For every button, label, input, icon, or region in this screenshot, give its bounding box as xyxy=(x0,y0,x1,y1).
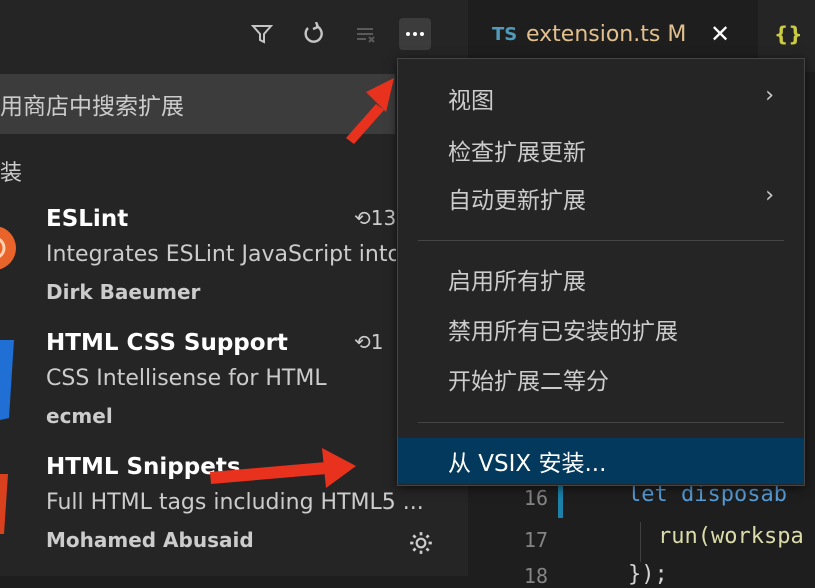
css-logo-icon xyxy=(0,340,16,420)
line-number: 18 xyxy=(523,564,548,588)
code-line: }); xyxy=(628,562,668,587)
history-icon: ⟲ xyxy=(354,206,371,230)
more-actions-icon[interactable] xyxy=(399,18,431,50)
line-number: 17 xyxy=(523,528,548,552)
chevron-right-icon: › xyxy=(765,183,774,208)
menu-item-install-from-vsix[interactable]: 从 VSIX 安装... xyxy=(398,438,804,484)
extension-description: Integrates ESLint JavaScript into xyxy=(46,242,396,267)
menu-item-label: 从 VSIX 安装... xyxy=(448,451,607,477)
extension-publisher: Mohamed Abusaid xyxy=(46,528,254,552)
menu-item-label: 禁用所有已安装的扩展 xyxy=(448,319,678,345)
search-input[interactable]: 用商店中搜索扩展 xyxy=(0,74,395,134)
extension-install-time: ⟲1 xyxy=(354,330,398,354)
menu-item-auto-update[interactable]: 自动更新扩展 › xyxy=(398,175,804,221)
html-logo-icon xyxy=(0,474,16,534)
menu-separator xyxy=(418,422,784,423)
chevron-right-icon: › xyxy=(765,83,774,108)
more-actions-menu: 视图 › 检查扩展更新 自动更新扩展 › 启用所有扩展 禁用所有已安装的扩展 开… xyxy=(397,58,805,486)
clear-icon[interactable] xyxy=(350,18,382,50)
line-number: 16 xyxy=(523,486,548,510)
menu-item-label: 启用所有扩展 xyxy=(448,269,586,295)
extension-time-value: 13 xyxy=(370,206,397,230)
code-line: run(workspa xyxy=(658,524,804,549)
extension-description: CSS Intellisense for HTML xyxy=(46,366,327,391)
gear-icon[interactable] xyxy=(408,530,434,560)
tab-filename: extension.ts M xyxy=(526,22,686,47)
menu-item-label: 视图 xyxy=(448,88,494,114)
git-change-marker xyxy=(558,486,563,518)
typescript-icon: TS xyxy=(492,24,518,45)
menu-item-enable-all[interactable]: 启用所有扩展 xyxy=(398,256,804,302)
filter-icon[interactable] xyxy=(246,18,278,50)
tab-modified-badge: M xyxy=(667,22,687,47)
menu-item-label: 自动更新扩展 xyxy=(448,188,586,214)
extension-name: HTML Snippets xyxy=(46,454,241,480)
menu-item-check-updates[interactable]: 检查扩展更新 xyxy=(398,127,804,173)
menu-separator xyxy=(418,240,784,241)
extension-name: HTML CSS Support xyxy=(46,330,288,356)
tab-filename-text: extension.ts xyxy=(526,22,661,47)
menu-item-label: 开始扩展二等分 xyxy=(448,369,609,395)
extension-publisher: Dirk Baeumer xyxy=(46,280,201,304)
menu-item-bisect[interactable]: 开始扩展二等分 xyxy=(398,356,804,402)
extension-description: Full HTML tags including HTML5 ... xyxy=(46,490,424,515)
extension-publisher: ecmel xyxy=(46,404,113,428)
eslint-logo-icon xyxy=(0,226,16,270)
extension-name: ESLint xyxy=(46,206,129,232)
refresh-icon[interactable] xyxy=(298,18,330,50)
extension-install-time: ⟲13 xyxy=(354,206,398,230)
extension-time-value: 1 xyxy=(370,330,384,354)
menu-item-disable-all[interactable]: 禁用所有已安装的扩展 xyxy=(398,306,804,352)
menu-item-view[interactable]: 视图 › xyxy=(398,75,804,121)
close-icon[interactable]: ✕ xyxy=(710,20,730,48)
menu-item-label: 检查扩展更新 xyxy=(448,140,586,166)
json-file-icon[interactable]: {} xyxy=(774,22,802,46)
indent-guide xyxy=(640,522,641,562)
history-icon: ⟲ xyxy=(354,330,371,354)
